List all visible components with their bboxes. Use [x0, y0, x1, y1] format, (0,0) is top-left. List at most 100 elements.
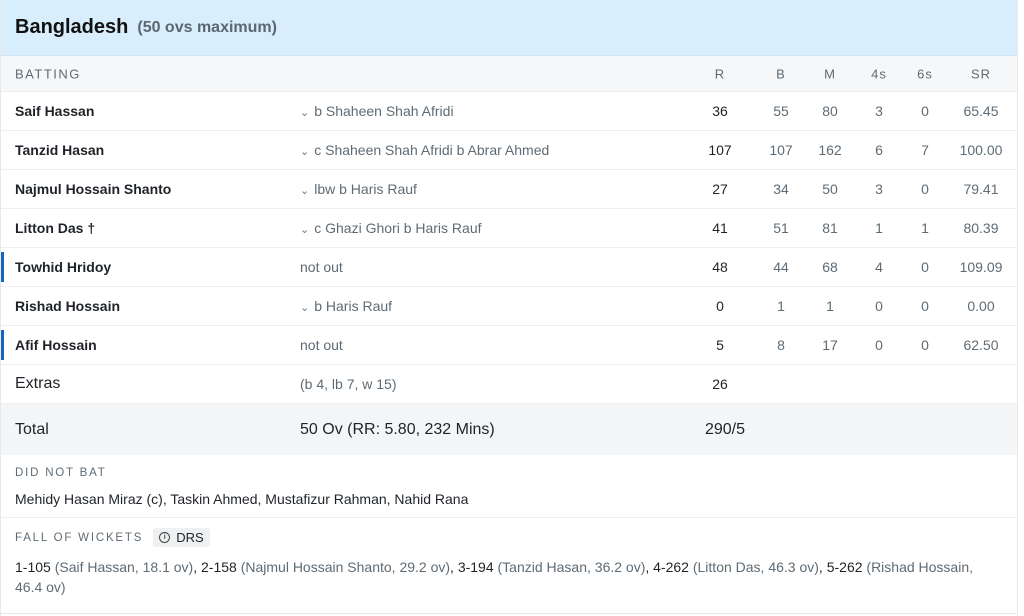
batter-row[interactable]: Afif Hossain not out 5 8 17 0 0 62.50	[1, 326, 1017, 365]
strike-rate: 109.09	[959, 259, 1003, 275]
chevron-down-icon[interactable]: ⌄	[300, 301, 309, 314]
runs: 36	[712, 103, 728, 119]
col-strike-rate: SR	[970, 66, 992, 81]
col-sixes: 6s	[917, 66, 933, 81]
chevron-down-icon[interactable]: ⌄	[300, 106, 309, 119]
fours: 3	[875, 181, 883, 197]
fours: 4	[875, 259, 883, 275]
dismissal-text: c Shaheen Shah Afridi b Abrar Ahmed	[314, 142, 550, 158]
wicket-entry: 3-194 (Tanzid Hasan, 36.2 ov),	[457, 559, 654, 575]
extras-row: Extras (b 4, lb 7, w 15) 26	[1, 365, 1017, 404]
drs-label: DRS	[176, 530, 204, 545]
sixes: 0	[921, 259, 929, 275]
dismissal[interactable]: ⌄ b Haris Rauf	[300, 298, 392, 314]
batter-row[interactable]: Litton Das † ⌄ c Ghazi Ghori b Haris Rauf 4…	[1, 209, 1017, 248]
wicket-detail: (Litton Das, 46.3 ov)	[692, 559, 819, 575]
wicket-detail: (Saif Hassan, 18.1 ov)	[54, 559, 194, 575]
fall-of-wickets-label: FALL OF WICKETS	[15, 531, 144, 544]
batter-row[interactable]: Najmul Hossain Shanto ⌄ lbw b Haris Rauf 27…	[1, 170, 1017, 209]
wicket-score: 5-262	[826, 559, 863, 575]
runs: 107	[708, 142, 732, 158]
batting-header-row: BATTING R B M 4s 6s SR	[1, 56, 1017, 92]
batter-name[interactable]: Litton Das †	[15, 220, 95, 236]
batter-name[interactable]: Tanzid Hasan	[15, 142, 104, 158]
wicket-score: 4-262	[653, 559, 689, 575]
sixes: 0	[921, 103, 929, 119]
minutes: 80	[822, 103, 838, 119]
sixes: 0	[921, 298, 929, 314]
chevron-down-icon[interactable]: ⌄	[300, 223, 309, 236]
strike-rate: 100.00	[959, 142, 1003, 158]
innings-header[interactable]: Bangladesh (50 ovs maximum)	[1, 0, 1017, 56]
chevron-down-icon[interactable]: ⌄	[300, 145, 309, 158]
batter-row[interactable]: Towhid Hridoy not out 48 44 68 4 0 109.09	[1, 248, 1017, 287]
runs: 0	[716, 298, 724, 314]
batter-name[interactable]: Najmul Hossain Shanto	[15, 181, 171, 197]
batter-row[interactable]: Tanzid Hasan ⌄ c Shaheen Shah Afridi b Abr…	[1, 131, 1017, 170]
did-not-bat-section: DID NOT BAT Mehidy Hasan Miraz (c), Task…	[1, 455, 1017, 518]
fours: 1	[875, 220, 883, 236]
wicket-entry: 2-158 (Najmul Hossain Shanto, 29.2 ov),	[201, 559, 458, 575]
batter-name[interactable]: Rishad Hossain	[15, 298, 120, 314]
wicket-score: 3-194	[457, 559, 494, 575]
minutes: 50	[822, 181, 838, 197]
strike-rate: 79.41	[963, 181, 999, 197]
info-icon: i	[159, 532, 171, 543]
dismissal-text: b Shaheen Shah Afridi	[314, 103, 454, 119]
batter-name[interactable]: Saif Hassan	[15, 103, 94, 119]
total-row: Total 50 Ov (RR: 5.80, 232 Mins) 290/5	[1, 404, 1017, 455]
total-label: Total	[15, 420, 49, 438]
wicket-score: 2-158	[201, 559, 237, 575]
dismissal-text: b Haris Rauf	[314, 298, 393, 314]
strike-rate: 62.50	[963, 337, 999, 353]
minutes: 68	[822, 259, 838, 275]
dismissal[interactable]: ⌄ lbw b Haris Rauf	[300, 181, 417, 197]
wicket-entry: 4-262 (Litton Das, 46.3 ov),	[653, 559, 827, 575]
balls: 55	[773, 103, 789, 119]
dismissal[interactable]: ⌄ c Shaheen Shah Afridi b Abrar Ahmed	[300, 142, 549, 158]
minutes: 1	[826, 298, 834, 314]
did-not-bat-list: Mehidy Hasan Miraz (c), Taskin Ahmed, Mu…	[15, 491, 469, 507]
at-crease-indicator	[1, 252, 4, 282]
col-batting: BATTING	[15, 66, 81, 81]
drs-button[interactable]: i DRS	[153, 528, 210, 547]
wicket-entry: 1-105 (Saif Hassan, 18.1 ov),	[15, 559, 201, 575]
fall-of-wickets-section: FALL OF WICKETS i DRS 1-105 (Saif Hassan…	[1, 518, 1017, 607]
balls: 8	[777, 337, 785, 353]
dismissal: not out	[300, 337, 343, 353]
extras-detail: (b 4, lb 7, w 15)	[300, 376, 397, 392]
batter-name[interactable]: Afif Hossain	[15, 337, 97, 353]
strike-rate: 0.00	[967, 298, 995, 314]
dismissal-text: not out	[300, 337, 343, 353]
balls: 44	[773, 259, 789, 275]
col-fours: 4s	[871, 66, 887, 81]
batting-table: BATTING R B M 4s 6s SR Saif Hassan ⌄ b Sha…	[1, 56, 1017, 455]
minutes: 81	[822, 220, 838, 236]
minutes: 162	[818, 142, 842, 158]
dismissal[interactable]: ⌄ b Shaheen Shah Afridi	[300, 103, 454, 119]
total-detail: 50 Ov (RR: 5.80, 232 Mins)	[300, 420, 495, 438]
runs: 27	[712, 181, 728, 197]
dismissal-text: c Ghazi Ghori b Haris Rauf	[314, 220, 482, 236]
dismissal: not out	[300, 259, 343, 275]
col-runs: R	[714, 66, 726, 81]
batter-row[interactable]: Saif Hassan ⌄ b Shaheen Shah Afridi 36 55 80 3…	[1, 92, 1017, 131]
runs: 41	[712, 220, 728, 236]
sixes: 1	[921, 220, 929, 236]
dismissal[interactable]: ⌄ c Ghazi Ghori b Haris Rauf	[300, 220, 482, 236]
batter-row[interactable]: Rishad Hossain ⌄ b Haris Rauf 0 1 1 0 0 0.00	[1, 287, 1017, 326]
sixes: 7	[921, 142, 929, 158]
wicket-detail: (Tanzid Hasan, 36.2 ov)	[497, 559, 646, 575]
innings-format: (50 ovs maximum)	[137, 18, 277, 36]
total-value: 290/5	[704, 420, 746, 438]
sixes: 0	[921, 337, 929, 353]
batter-name[interactable]: Towhid Hridoy	[15, 259, 111, 275]
chevron-down-icon[interactable]: ⌄	[300, 184, 309, 197]
balls: 107	[769, 142, 793, 158]
sixes: 0	[921, 181, 929, 197]
fours: 0	[875, 298, 883, 314]
balls: 34	[773, 181, 789, 197]
at-crease-indicator	[1, 330, 4, 360]
fours: 3	[875, 103, 883, 119]
scorecard: Bangladesh (50 ovs maximum) BATTING R B …	[0, 0, 1018, 616]
